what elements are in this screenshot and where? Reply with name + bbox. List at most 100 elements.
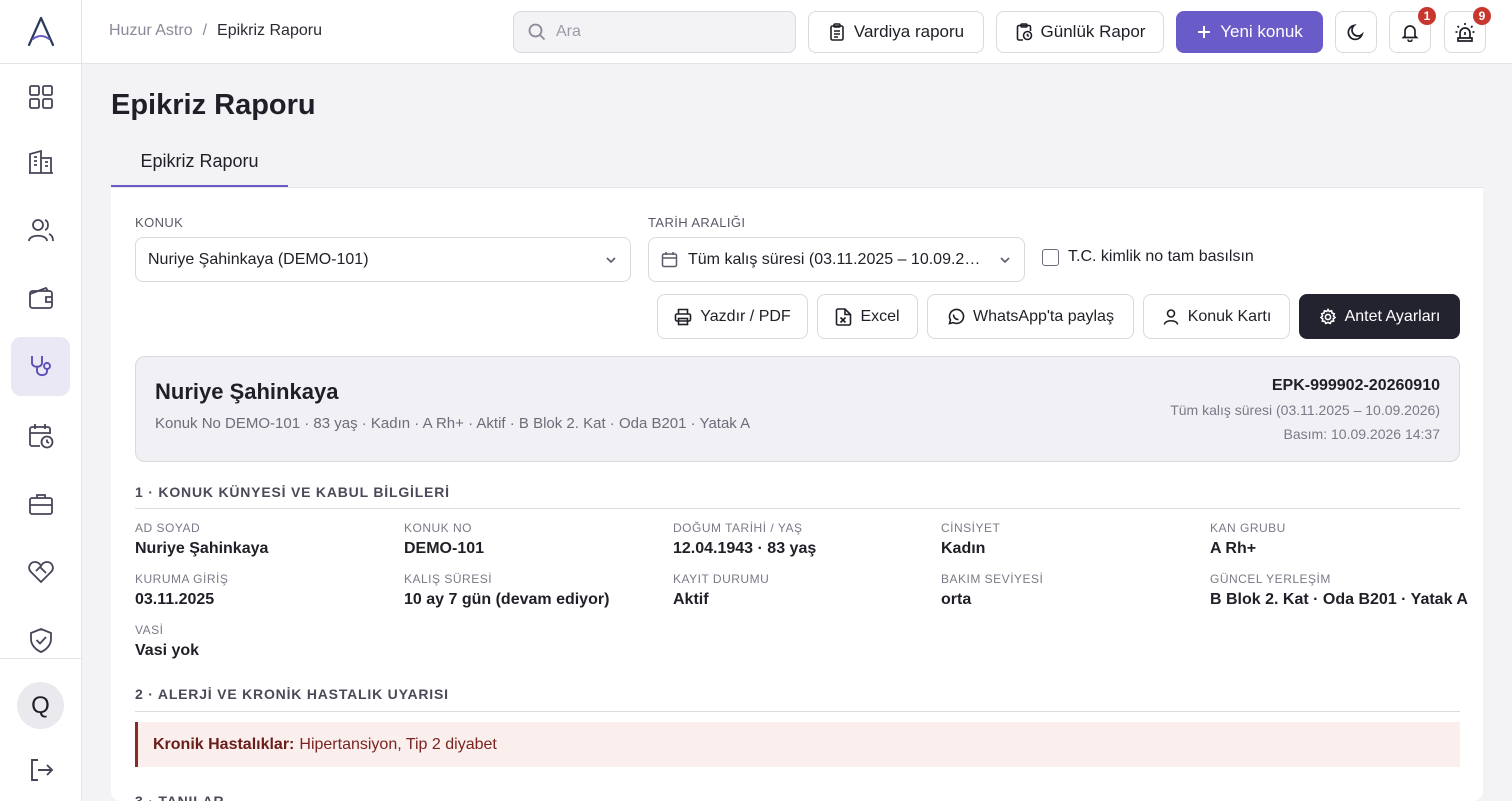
chevron-down-icon xyxy=(606,256,616,263)
daily-report-button[interactable]: Günlük Rapor xyxy=(996,11,1164,53)
info-full-name: AD SOYAD Nuriye Şahinkaya xyxy=(135,521,268,558)
search-input[interactable] xyxy=(556,23,776,41)
guest-field-label: KONUK xyxy=(135,215,184,230)
notifications-button[interactable]: 1 xyxy=(1389,7,1436,53)
chevron-down-icon xyxy=(1000,256,1010,263)
info-label: VASİ xyxy=(135,623,164,637)
file-spreadsheet-icon xyxy=(836,307,852,326)
section-1-title: 1 · KONUK KÜNYESİ VE KABUL BİLGİLERİ xyxy=(135,484,450,500)
info-label: KAYIT DURUMU xyxy=(673,572,770,586)
guest-card-label: Konuk Kartı xyxy=(1187,307,1272,325)
sidebar-item-staff[interactable] xyxy=(11,474,70,533)
info-value: Aktif xyxy=(673,591,709,608)
alert-text: Hipertansiyon, Tip 2 diyabet xyxy=(299,735,497,753)
calendar-icon xyxy=(661,252,678,268)
siren-icon xyxy=(1455,23,1475,42)
tc-full-checkbox[interactable]: T.C. kimlik no tam basılsın xyxy=(1042,248,1254,266)
info-record-status: KAYIT DURUMU Aktif xyxy=(673,572,769,609)
checkbox-box[interactable] xyxy=(1042,248,1059,266)
info-value: 10 ay 7 gün (devam ediyor) xyxy=(404,591,610,608)
info-label: KALIŞ SÜRESİ xyxy=(404,572,493,586)
report-range: Tüm kalış süresi (03.11.2025 – 10.09.202… xyxy=(1170,402,1440,418)
search-box[interactable] xyxy=(513,11,796,53)
guest-select[interactable]: Nuriye Şahinkaya (DEMO-101) xyxy=(135,237,631,282)
info-value: Vasi yok xyxy=(135,642,200,659)
briefcase-icon xyxy=(28,493,53,515)
sidebar-item-security[interactable] xyxy=(11,610,70,669)
shift-report-button[interactable]: Vardiya raporu xyxy=(808,11,984,53)
info-label: KAN GRUBU xyxy=(1210,521,1286,535)
letterhead-settings-label: Antet Ayarları xyxy=(1344,307,1441,325)
patient-meta: Konuk No DEMO-101 · 83 yaş · Kadın · A R… xyxy=(155,415,751,432)
sidebar-item-wallet[interactable] xyxy=(11,268,70,327)
breadcrumb-separator: / xyxy=(202,22,208,39)
breadcrumb-current: Epikriz Raporu xyxy=(217,22,322,39)
info-label: CİNSİYET xyxy=(941,521,1001,535)
sidebar: Q xyxy=(0,0,82,801)
patient-name: Nuriye Şahinkaya xyxy=(155,379,339,404)
letterhead-settings-button[interactable]: Antet Ayarları xyxy=(1299,294,1460,339)
info-label: BAKIM SEVİYESİ xyxy=(941,572,1044,586)
date-range-value: Tüm kalış süresi (03.11.2025 – 10.09.202… xyxy=(688,250,988,268)
info-label: DOĞUM TARİHİ / YAŞ xyxy=(673,521,803,535)
sidebar-divider xyxy=(0,658,82,659)
info-label: KURUMA GİRİŞ xyxy=(135,572,229,586)
logout-icon xyxy=(31,759,54,781)
info-admission-date: KURUMA GİRİŞ 03.11.2025 xyxy=(135,572,228,609)
guest-card-button[interactable]: Konuk Kartı xyxy=(1143,294,1290,339)
page-title: Epikriz Raporu xyxy=(111,89,316,121)
sidebar-item-dashboard[interactable] xyxy=(11,67,70,126)
grid-icon xyxy=(28,84,53,109)
info-value: 12.04.1943 · 83 yaş xyxy=(673,540,817,557)
gear-icon xyxy=(1319,307,1336,324)
user-icon xyxy=(1163,308,1178,325)
shift-report-label: Vardiya raporu xyxy=(853,22,965,41)
excel-label: Excel xyxy=(860,307,900,325)
info-value: DEMO-101 xyxy=(404,540,485,557)
info-care-level: BAKIM SEVİYESİ orta xyxy=(941,572,1043,609)
whatsapp-share-button[interactable]: WhatsApp'ta paylaş xyxy=(927,294,1134,339)
calendar-clock-icon xyxy=(28,423,53,448)
sidebar-item-guests[interactable] xyxy=(11,200,70,259)
sidebar-item-medical[interactable] xyxy=(11,337,70,396)
clipboard-icon xyxy=(830,23,844,41)
info-current-placement: GÜNCEL YERLEŞİM B Blok 2. Kat · Oda B201… xyxy=(1210,572,1468,609)
sidebar-item-care[interactable] xyxy=(11,542,70,601)
date-range-select[interactable]: Tüm kalış süresi (03.11.2025 – 10.09.202… xyxy=(648,237,1025,282)
print-pdf-label: Yazdır / PDF xyxy=(700,307,791,325)
alarms-button[interactable]: 9 xyxy=(1444,7,1491,53)
logo-icon xyxy=(27,16,54,46)
chronic-disease-alert: Kronik Hastalıklar: Hipertansiyon, Tip 2… xyxy=(135,722,1460,767)
info-label: GÜNCEL YERLEŞİM xyxy=(1210,572,1331,586)
date-range-label: TARİH ARALIĞI xyxy=(648,215,746,230)
whatsapp-icon xyxy=(948,308,965,325)
shield-check-icon xyxy=(29,627,52,653)
guest-select-value: Nuriye Şahinkaya (DEMO-101) xyxy=(148,250,369,268)
sidebar-item-building[interactable] xyxy=(11,132,70,191)
breadcrumb: Huzur Astro / Epikriz Raporu xyxy=(109,22,322,40)
tc-checkbox-label: T.C. kimlik no tam basılsın xyxy=(1068,248,1254,265)
theme-toggle-button[interactable] xyxy=(1335,11,1377,53)
info-gender: CİNSİYET Kadın xyxy=(941,521,1000,558)
info-stay-duration: KALIŞ SÜRESİ 10 ay 7 gün (devam ediyor) xyxy=(404,572,609,609)
sidebar-item-calendar[interactable] xyxy=(11,406,70,465)
excel-button[interactable]: Excel xyxy=(817,294,918,339)
users-icon xyxy=(27,218,54,241)
print-pdf-button[interactable]: Yazdır / PDF xyxy=(657,294,808,339)
heart-handshake-icon xyxy=(27,560,54,583)
section-3-title: 3 · TANILAR xyxy=(135,793,225,801)
new-guest-button[interactable]: Yeni konuk xyxy=(1176,11,1323,53)
info-value: B Blok 2. Kat · Oda B201 · Yatak A xyxy=(1210,591,1468,608)
stethoscope-icon xyxy=(30,355,51,376)
breadcrumb-root[interactable]: Huzur Astro xyxy=(109,22,193,40)
info-guardian: VASİ Vasi yok xyxy=(135,623,199,660)
app-logo[interactable] xyxy=(0,0,81,64)
info-guest-no: KONUK NO DEMO-101 xyxy=(404,521,484,558)
report-code: EPK-999902-20260910 xyxy=(1271,377,1440,394)
logout-button[interactable] xyxy=(25,754,57,786)
moon-icon xyxy=(1347,24,1364,41)
info-value: A Rh+ xyxy=(1210,540,1257,557)
user-avatar[interactable]: Q xyxy=(17,682,64,729)
avatar-initial: Q xyxy=(31,691,50,719)
tab-epikriz-report[interactable]: Epikriz Raporu xyxy=(111,140,288,188)
